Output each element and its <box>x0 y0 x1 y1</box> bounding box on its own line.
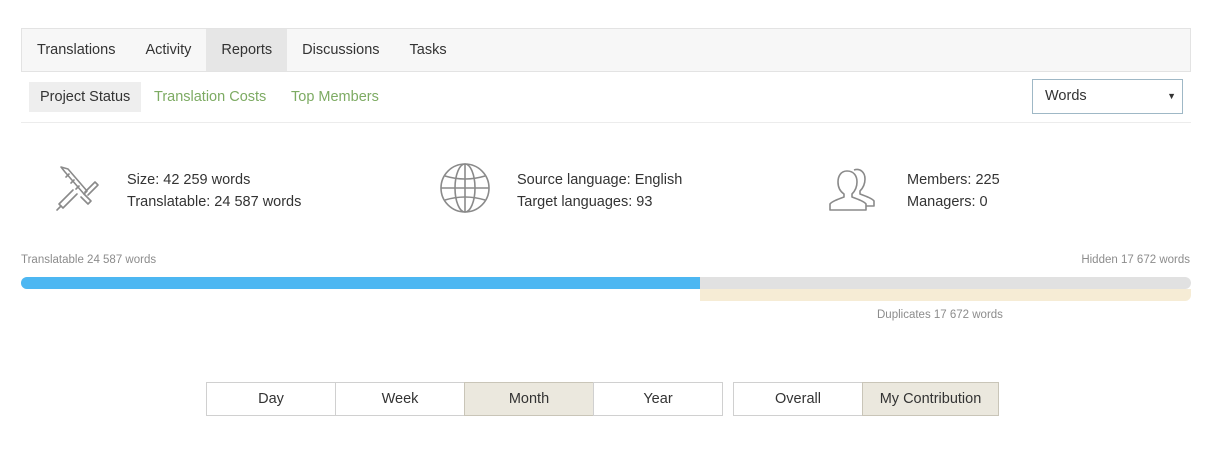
stat-size-translatable: Translatable: 24 587 words <box>127 194 302 210</box>
subtab-translation-costs[interactable]: Translation Costs <box>154 82 266 112</box>
period-year-button[interactable]: Year <box>593 382 723 416</box>
translatable-progress-fill <box>21 277 700 289</box>
tab-translations[interactable]: Translations <box>22 29 130 71</box>
subtab-top-members[interactable]: Top Members <box>291 82 379 112</box>
translatable-progress-bar <box>21 277 1191 289</box>
stat-size-total: Size: 42 259 words <box>127 172 251 188</box>
users-icon <box>829 168 875 211</box>
translatable-label: Translatable 24 587 words <box>21 254 157 266</box>
main-tabs: Translations Activity Reports Discussion… <box>21 28 1191 72</box>
tab-tasks[interactable]: Tasks <box>395 29 462 71</box>
tab-discussions[interactable]: Discussions <box>287 29 394 71</box>
stat-managers-count: Managers: 0 <box>907 194 988 210</box>
scope-my-contribution-button[interactable]: My Contribution <box>862 382 999 416</box>
period-month-button[interactable]: Month <box>464 382 594 416</box>
unit-select-value: Words <box>1045 88 1087 104</box>
tab-reports[interactable]: Reports <box>206 29 288 71</box>
hidden-label: Hidden 17 672 words <box>1081 254 1190 266</box>
duplicates-label: Duplicates 17 672 words <box>877 309 1003 321</box>
stat-source-language: Source language: English <box>517 172 683 188</box>
period-button-group: Day Week Month Year <box>206 382 723 416</box>
globe-icon <box>440 163 490 213</box>
duplicates-bar <box>700 289 1191 301</box>
unit-select[interactable]: Words ▼ <box>1032 79 1183 114</box>
subtab-project-status[interactable]: Project Status <box>29 82 142 112</box>
period-day-button[interactable]: Day <box>206 382 336 416</box>
scope-overall-button[interactable]: Overall <box>733 382 863 416</box>
tab-activity[interactable]: Activity <box>130 29 206 71</box>
scope-button-group: Overall My Contribution <box>733 382 999 416</box>
stat-members-count: Members: 225 <box>907 172 1000 188</box>
report-sub-tabs: Project Status Translation Costs Top Mem… <box>21 72 1191 123</box>
stat-target-languages: Target languages: 93 <box>517 194 653 210</box>
caliper-icon <box>56 166 99 211</box>
period-week-button[interactable]: Week <box>335 382 465 416</box>
chevron-down-icon: ▼ <box>1167 91 1176 101</box>
